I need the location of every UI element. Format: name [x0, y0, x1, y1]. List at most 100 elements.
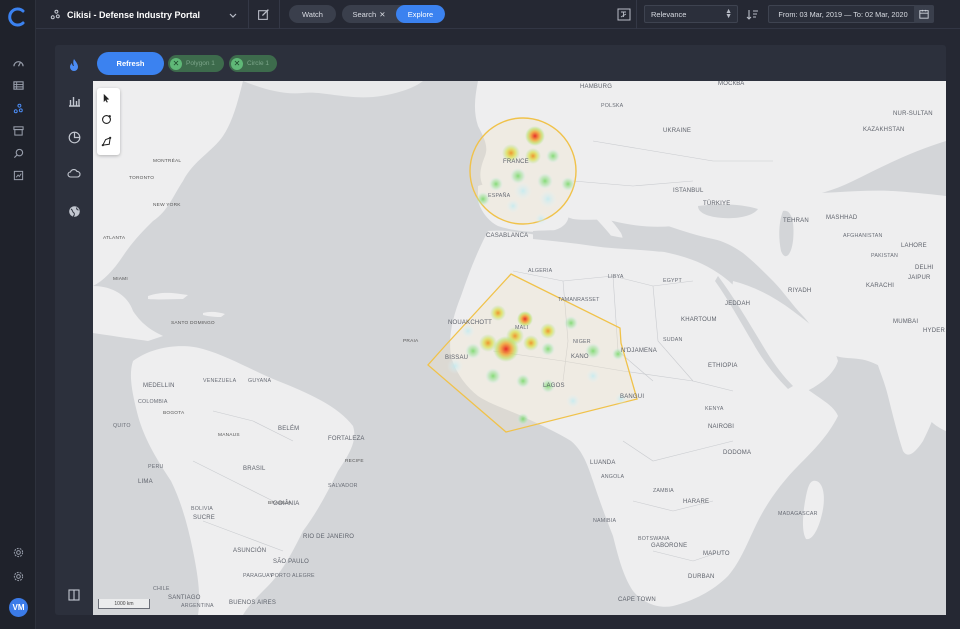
cloud-icon[interactable] — [66, 165, 82, 181]
map-label: LIBYA — [608, 274, 624, 280]
polygon-draw-icon[interactable] — [101, 136, 116, 151]
map-label: JAIPUR — [908, 275, 931, 281]
list-icon[interactable] — [9, 76, 27, 94]
map-label: MASHHAD — [826, 215, 858, 221]
map-label: GUYANA — [248, 378, 272, 384]
portal-title-area[interactable]: Cikisi - Defense Industry Portal — [50, 0, 200, 29]
map-label: TORONTO — [129, 176, 155, 181]
map-label: МОСКВА — [718, 81, 745, 87]
map-label: NIGER — [573, 339, 591, 345]
map-label: MANAUS — [218, 433, 240, 438]
map-label: SALVADOR — [328, 483, 358, 489]
map-label: PRAIA — [403, 339, 419, 344]
left-rail: VM — [0, 0, 36, 629]
globe-icon[interactable] — [66, 203, 82, 219]
edit-icon[interactable] — [257, 8, 270, 21]
map-label: MONTRÉAL — [153, 159, 182, 164]
map-label: HAMBURG — [580, 84, 613, 90]
map-draw-tools — [97, 88, 120, 155]
app-logo[interactable] — [8, 7, 28, 27]
calendar-icon[interactable] — [914, 5, 934, 23]
visualization-toolbar — [55, 45, 93, 615]
chevron-down-icon[interactable] — [227, 9, 239, 21]
mode-switch: Search ✕ Explore — [342, 5, 445, 23]
archive-icon[interactable] — [9, 121, 27, 139]
map-label: HYDER — [923, 328, 946, 334]
flame-icon[interactable] — [66, 57, 82, 73]
search-icon[interactable] — [9, 144, 27, 162]
map-label: NEW YORK — [153, 203, 181, 208]
dashboard-icon[interactable] — [9, 54, 27, 72]
remove-filter-icon[interactable]: ✕ — [231, 57, 243, 70]
map-label: DODOMA — [723, 450, 752, 456]
map-label: RIYADH — [788, 288, 812, 294]
divider — [248, 0, 249, 29]
search-tab[interactable]: Search ✕ — [342, 5, 396, 23]
map-label: AFGHANISTAN — [843, 233, 883, 239]
map-label: ASUNCIÓN — [233, 548, 267, 554]
heatmap-map[interactable]: HAMBURG МОСКВА UKRAINE KAZAKHSTAN NUR-SU… — [93, 81, 946, 615]
refresh-button[interactable]: Refresh — [97, 52, 164, 75]
map-label: TEHRAN — [783, 218, 809, 224]
map-label: LAGOS — [543, 383, 565, 389]
filter-bar: Refresh ✕ Polygon 1 ✕ Circle 1 — [93, 45, 946, 81]
map-label: MIAMI — [113, 277, 128, 282]
map-label: TAMANRASSET — [558, 297, 600, 303]
map-label: BRASIL — [243, 466, 266, 472]
map-label: SANTO DOMINGO — [171, 321, 215, 326]
map-label: PARAGUAY — [243, 573, 274, 579]
map-label: ISTANBUL — [673, 188, 704, 194]
settings-icon[interactable] — [9, 543, 27, 561]
report-icon[interactable] — [9, 166, 27, 184]
map-label: PORTO ALEGRE — [271, 573, 315, 579]
map-label: JEDDAH — [725, 301, 751, 307]
date-range-field[interactable]: From: 03 Mar, 2019 — To: 02 Mar, 2020 — [768, 5, 918, 23]
filter-chip-polygon[interactable]: ✕ Polygon 1 — [168, 55, 224, 72]
map-label: BOTSWANA — [638, 536, 670, 542]
map-label: ETHIOPIA — [708, 363, 738, 369]
explore-tab[interactable]: Explore — [396, 5, 445, 23]
bar-chart-icon[interactable] — [66, 93, 82, 109]
explore-panel: Refresh ✕ Polygon 1 ✕ Circle 1 HAMBURG М… — [55, 45, 946, 615]
filter-chip-circle[interactable]: ✕ Circle 1 — [229, 55, 277, 72]
map-label: POLSKA — [601, 103, 624, 109]
map-label: UKRAINE — [663, 128, 692, 134]
watch-button[interactable]: Watch — [289, 5, 336, 23]
close-icon[interactable]: ✕ — [379, 10, 385, 19]
divider — [279, 0, 280, 29]
map-label: BANGUI — [620, 394, 645, 400]
map-label: GABORONE — [651, 543, 688, 549]
map-label: LIMA — [138, 479, 153, 485]
translate-icon[interactable] — [617, 8, 631, 21]
avatar[interactable]: VM — [9, 598, 28, 617]
map-label: TÜRKIYE — [703, 201, 731, 207]
sort-direction-icon[interactable] — [746, 8, 759, 21]
map-label: BELÉM — [278, 426, 300, 432]
map-label: GOIÂNIA — [273, 501, 300, 507]
map-label: ANGOLA — [601, 474, 625, 480]
pie-chart-icon[interactable] — [66, 129, 82, 145]
circle-draw-icon[interactable] — [101, 114, 116, 129]
filter-chip-label: Circle 1 — [247, 60, 270, 67]
map-label: ZAMBIA — [653, 488, 674, 494]
map-label: BOGOTA — [163, 411, 185, 416]
map-label: KENYA — [705, 406, 724, 412]
map-label: FRANCE — [503, 159, 529, 165]
map-label: CHILE — [153, 586, 170, 592]
map-label: DELHI — [915, 265, 934, 271]
gear-icon[interactable] — [9, 567, 27, 585]
map-label: COLOMBIA — [138, 399, 168, 405]
explore-icon[interactable] — [9, 99, 27, 117]
map-label: SÃO PAULO — [273, 559, 310, 565]
map-label: EGYPT — [663, 278, 682, 284]
map-label: RECIFE — [345, 459, 364, 464]
pointer-icon[interactable] — [101, 92, 116, 107]
split-panel-icon[interactable] — [66, 587, 82, 603]
sort-select[interactable]: Relevance ▲ ▼ — [644, 5, 738, 23]
map-label: KARACHI — [866, 283, 895, 289]
map-label: KAZAKHSTAN — [863, 127, 905, 133]
map-label: N'DJAMENA — [621, 348, 657, 354]
map-label: NUR-SULTAN — [893, 111, 933, 117]
map-label: KANO — [571, 354, 589, 360]
remove-filter-icon[interactable]: ✕ — [170, 57, 182, 70]
